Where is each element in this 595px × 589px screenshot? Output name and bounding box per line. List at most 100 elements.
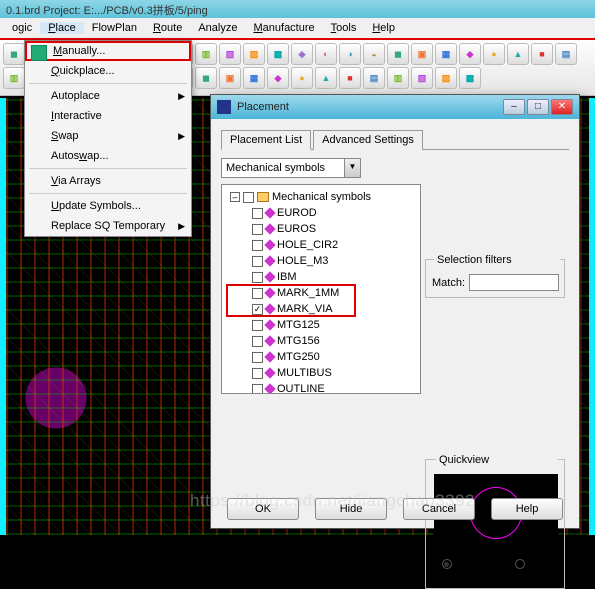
symbol-type-combo[interactable]: Mechanical symbols ▼ xyxy=(221,158,361,178)
tree-item-euros[interactable]: EUROS xyxy=(252,221,416,237)
root-checkbox[interactable] xyxy=(243,192,254,203)
menu-item-autoplace[interactable]: Autoplace▶ xyxy=(25,86,191,106)
quickview-graphics-radio[interactable]: Graphics xyxy=(442,558,499,570)
symbol-icon xyxy=(264,351,275,362)
toolbar-button-16[interactable]: ◼ xyxy=(387,43,409,65)
toolbar-button-10[interactable]: ▨ xyxy=(243,43,265,65)
symbol-icon xyxy=(264,271,275,282)
menu-item-quickplace-[interactable]: Quickplace... xyxy=(25,61,191,81)
toolbar-button-12[interactable]: ◈ xyxy=(291,43,313,65)
toolbar-button-38[interactable]: ■ xyxy=(339,67,361,89)
toolbar-button-42[interactable]: ▨ xyxy=(435,67,457,89)
toolbar-button-11[interactable]: ▩ xyxy=(267,43,289,65)
cancel-button[interactable]: Cancel xyxy=(403,498,475,520)
checkbox[interactable] xyxy=(252,368,263,379)
dialog-icon xyxy=(217,100,231,114)
toolbar-button-41[interactable]: ▧ xyxy=(411,67,433,89)
tree-item-mtg156[interactable]: MTG156 xyxy=(252,333,416,349)
checkbox[interactable] xyxy=(252,224,263,235)
symbol-tree[interactable]: – Mechanical symbols EURODEUROSHOLE_CIR2… xyxy=(221,184,421,394)
checkbox[interactable] xyxy=(252,384,263,395)
tree-item-multibus[interactable]: MULTIBUS xyxy=(252,365,416,381)
checkbox[interactable] xyxy=(252,272,263,283)
checkbox[interactable] xyxy=(252,336,263,347)
tree-item-mark_1mm[interactable]: MARK_1MM xyxy=(252,285,416,301)
tree-item-hole_cir2[interactable]: HOLE_CIR2 xyxy=(252,237,416,253)
toolbar-button-43[interactable]: ▩ xyxy=(459,67,481,89)
toolbar-button-17[interactable]: ▣ xyxy=(411,43,433,65)
selection-filters-group: Selection filters Match: xyxy=(425,259,565,298)
checkbox[interactable] xyxy=(252,352,263,363)
toolbar-button-21[interactable]: ▲ xyxy=(507,43,529,65)
menu-item-manually-[interactable]: Manually... xyxy=(25,41,191,61)
toolbar-button-19[interactable]: ◆ xyxy=(459,43,481,65)
toolbar-button-24[interactable]: ▥ xyxy=(3,67,25,89)
menu-item-replace-sq-temporary[interactable]: Replace SQ Temporary▶ xyxy=(25,216,191,236)
tree-item-ibm[interactable]: IBM xyxy=(252,269,416,285)
dialog-title-bar[interactable]: Placement – □ ✕ xyxy=(211,95,579,119)
folder-icon xyxy=(257,192,269,202)
symbol-icon xyxy=(264,335,275,346)
tab-placement-list[interactable]: Placement List xyxy=(221,130,311,150)
chevron-down-icon[interactable]: ▼ xyxy=(344,159,360,177)
menu-ogic[interactable]: ogic xyxy=(4,22,40,34)
toolbar-button-36[interactable]: ● xyxy=(291,67,313,89)
menu-help[interactable]: Help xyxy=(364,22,403,34)
maximize-button[interactable]: □ xyxy=(527,99,549,115)
toolbar-button-40[interactable]: ▥ xyxy=(387,67,409,89)
tree-root-node[interactable]: – Mechanical symbols xyxy=(230,189,416,205)
menu-place[interactable]: Place xyxy=(40,22,84,34)
menu-analyze[interactable]: Analyze xyxy=(190,22,245,34)
toolbar-button-23[interactable]: ▤ xyxy=(555,43,577,65)
checkbox[interactable] xyxy=(252,288,263,299)
menu-item-autoswap-[interactable]: Autoswap... xyxy=(25,146,191,166)
menu-item-update-symbols-[interactable]: Update Symbols... xyxy=(25,196,191,216)
minimize-button[interactable]: – xyxy=(503,99,525,115)
menu-manufacture[interactable]: Manufacture xyxy=(245,22,322,34)
match-label: Match: xyxy=(432,277,465,289)
toolbar-button-13[interactable]: ◐ xyxy=(315,43,337,65)
symbol-icon xyxy=(264,255,275,266)
hide-button[interactable]: Hide xyxy=(315,498,387,520)
close-button[interactable]: ✕ xyxy=(551,99,573,115)
toolbar-button-8[interactable]: ▥ xyxy=(195,43,217,65)
toolbar-button-0[interactable]: ◼ xyxy=(3,43,25,65)
toolbar-button-9[interactable]: ▧ xyxy=(219,43,241,65)
toolbar-button-18[interactable]: ▦ xyxy=(435,43,457,65)
toolbar-button-33[interactable]: ▣ xyxy=(219,67,241,89)
toolbar-button-39[interactable]: ▤ xyxy=(363,67,385,89)
toolbar-button-14[interactable]: ◑ xyxy=(339,43,361,65)
quickview-text-radio[interactable]: Text xyxy=(515,558,548,570)
tree-item-mtg250[interactable]: MTG250 xyxy=(252,349,416,365)
toolbar-button-35[interactable]: ◆ xyxy=(267,67,289,89)
tab-advanced-settings[interactable]: Advanced Settings xyxy=(313,130,423,150)
checkbox[interactable] xyxy=(252,240,263,251)
checkbox[interactable] xyxy=(252,320,263,331)
toolbar-button-15[interactable]: ◒ xyxy=(363,43,385,65)
menu-flowplan[interactable]: FlowPlan xyxy=(84,22,145,34)
checkbox[interactable] xyxy=(252,256,263,267)
menu-item-interactive[interactable]: Interactive xyxy=(25,106,191,126)
tree-item-hole_m3[interactable]: HOLE_M3 xyxy=(252,253,416,269)
menu-item-swap[interactable]: Swap▶ xyxy=(25,126,191,146)
menu-route[interactable]: Route xyxy=(145,22,190,34)
toolbar-button-32[interactable]: ◼ xyxy=(195,67,217,89)
tree-item-mtg125[interactable]: MTG125 xyxy=(252,317,416,333)
selection-filters-label: Selection filters xyxy=(434,254,560,266)
toolbar-button-37[interactable]: ▲ xyxy=(315,67,337,89)
menu-tools[interactable]: Tools xyxy=(323,22,365,34)
menu-item-via-arrays[interactable]: Via Arrays xyxy=(25,171,191,191)
symbol-icon xyxy=(264,207,275,218)
checkbox[interactable] xyxy=(252,208,263,219)
tree-item-eurod[interactable]: EUROD xyxy=(252,205,416,221)
checkbox[interactable]: ✓ xyxy=(252,304,263,315)
help-button[interactable]: Help xyxy=(491,498,563,520)
ok-button[interactable]: OK xyxy=(227,498,299,520)
match-input[interactable] xyxy=(469,274,559,291)
toolbar-button-20[interactable]: ● xyxy=(483,43,505,65)
toolbar-button-34[interactable]: ▦ xyxy=(243,67,265,89)
tree-item-outline[interactable]: OUTLINE xyxy=(252,381,416,394)
toolbar-button-22[interactable]: ■ xyxy=(531,43,553,65)
collapse-icon[interactable]: – xyxy=(230,192,240,202)
tree-item-mark_via[interactable]: ✓MARK_VIA xyxy=(252,301,416,317)
